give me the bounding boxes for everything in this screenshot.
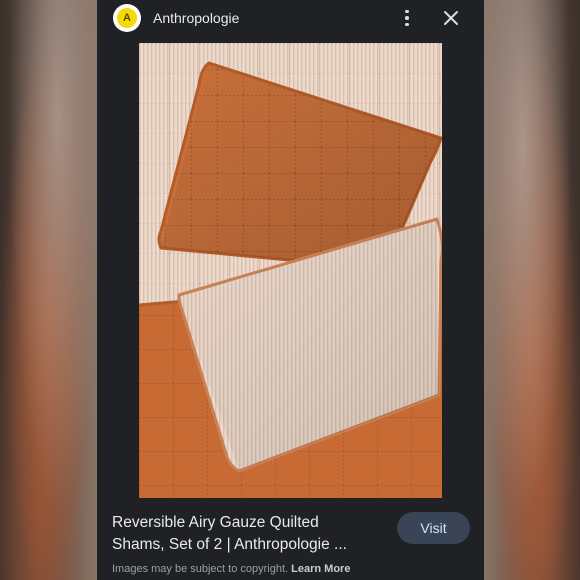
image-preview-panel: A Anthropologie Reversible Airy Gauze Qu…: [97, 0, 484, 580]
favicon-letter: A: [117, 8, 137, 28]
quilted-shams-photo: [139, 43, 442, 498]
result-title-line-1: Reversible Airy Gauze Quilted: [112, 514, 319, 531]
close-button[interactable]: [439, 6, 463, 30]
preview-header: A Anthropologie: [97, 0, 484, 38]
site-name[interactable]: Anthropologie: [153, 10, 239, 26]
visit-button[interactable]: Visit: [397, 512, 470, 544]
blurred-background-right: [484, 0, 580, 580]
copyright-notice: Images may be subject to copyright. Lear…: [112, 563, 350, 575]
blurred-background-left: [0, 0, 97, 580]
product-image[interactable]: [139, 43, 442, 498]
learn-more-link[interactable]: Learn More: [291, 563, 350, 575]
more-options-button[interactable]: [395, 6, 419, 30]
result-title[interactable]: Reversible Airy Gauze Quilted Shams, Set…: [112, 512, 382, 556]
close-icon: [444, 11, 458, 25]
copyright-text: Images may be subject to copyright.: [112, 563, 289, 575]
site-favicon: A: [113, 4, 141, 32]
result-title-line-2: Shams, Set of 2 | Anthropologie ...: [112, 536, 347, 553]
more-vert-icon: [405, 9, 409, 14]
